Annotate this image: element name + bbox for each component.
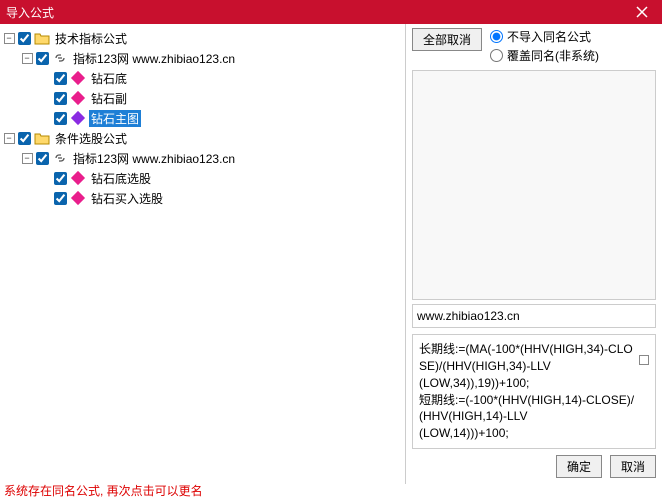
preview-code-panel: 长期线:=(MA(-100*(HHV(HIGH,34)-CLOSE)/(HHV(…	[412, 334, 656, 449]
tree-category[interactable]: − 条件选股公式	[2, 128, 403, 148]
link-icon	[52, 151, 68, 165]
tree-checkbox[interactable]	[54, 192, 67, 205]
tree-label: 指标123网 www.zhibiao123.cn	[71, 150, 237, 167]
tree-label: 条件选股公式	[53, 130, 129, 147]
tree-category[interactable]: − 技术指标公式	[2, 28, 403, 48]
tree-formula[interactable]: 钻石主图	[2, 108, 403, 128]
folder-icon	[34, 131, 50, 145]
ok-button[interactable]: 确定	[556, 455, 602, 478]
tree-checkbox[interactable]	[54, 172, 67, 185]
diamond-icon	[71, 171, 85, 185]
tree-checkbox[interactable]	[54, 112, 67, 125]
small-checkbox[interactable]	[639, 355, 649, 365]
radio-no-import[interactable]: 不导入同名公式	[490, 28, 599, 45]
tree-formula[interactable]: 钻石底	[2, 68, 403, 88]
tree-formula[interactable]: 钻石买入选股	[2, 188, 403, 208]
folder-icon	[34, 31, 50, 45]
tree-label: 钻石底选股	[89, 170, 153, 187]
tree-label-selected: 钻石主图	[89, 110, 141, 127]
dialog-body: − 技术指标公式 − 指标123网 www.zhibiao123.cn	[0, 24, 662, 484]
tree-label: 钻石副	[89, 90, 129, 107]
tree-formula[interactable]: 钻石副	[2, 88, 403, 108]
tree-site[interactable]: − 指标123网 www.zhibiao123.cn	[2, 148, 403, 168]
tree-checkbox[interactable]	[18, 32, 31, 45]
close-button[interactable]	[622, 0, 662, 24]
top-controls: 全部取消 不导入同名公式 覆盖同名(非系统)	[406, 24, 662, 66]
tree-formula[interactable]: 钻石底选股	[2, 168, 403, 188]
tree-site[interactable]: − 指标123网 www.zhibiao123.cn	[2, 48, 403, 68]
diamond-icon	[71, 91, 85, 105]
radio-input[interactable]	[490, 49, 503, 62]
preview-code: 长期线:=(MA(-100*(HHV(HIGH,34)-CLOSE)/(HHV(…	[419, 341, 635, 442]
status-message: 系统存在同名公式, 再次点击可以更名	[4, 482, 203, 499]
expand-toggle[interactable]: −	[4, 133, 15, 144]
link-icon	[52, 51, 68, 65]
tree-checkbox[interactable]	[36, 52, 49, 65]
deselect-all-button[interactable]: 全部取消	[412, 28, 482, 51]
expand-toggle[interactable]: −	[22, 153, 33, 164]
preview-image-panel	[412, 70, 656, 300]
tree-label: 指标123网 www.zhibiao123.cn	[71, 50, 237, 67]
radio-label: 覆盖同名(非系统)	[507, 47, 599, 64]
tree-checkbox[interactable]	[54, 72, 67, 85]
cancel-button[interactable]: 取消	[610, 455, 656, 478]
tree-checkbox[interactable]	[36, 152, 49, 165]
expand-toggle[interactable]: −	[4, 33, 15, 44]
radio-overwrite[interactable]: 覆盖同名(非系统)	[490, 47, 599, 64]
tree-label: 钻石买入选股	[89, 190, 165, 207]
radio-input[interactable]	[490, 30, 503, 43]
title-bar: 导入公式	[0, 0, 662, 24]
expand-toggle[interactable]: −	[22, 53, 33, 64]
diamond-icon	[71, 191, 85, 205]
right-panel: 全部取消 不导入同名公式 覆盖同名(非系统) www.zhibiao123.cn…	[406, 24, 662, 484]
tree-checkbox[interactable]	[18, 132, 31, 145]
window-title: 导入公式	[6, 4, 54, 21]
tree-checkbox[interactable]	[54, 92, 67, 105]
diamond-icon	[71, 111, 85, 125]
preview-url-panel: www.zhibiao123.cn	[412, 304, 656, 328]
radio-label: 不导入同名公式	[507, 28, 591, 45]
dialog-buttons: 确定 取消	[406, 455, 662, 484]
tree-label: 钻石底	[89, 70, 129, 87]
formula-tree-panel: − 技术指标公式 − 指标123网 www.zhibiao123.cn	[0, 24, 406, 484]
duplicate-mode-radios: 不导入同名公式 覆盖同名(非系统)	[490, 28, 599, 64]
diamond-icon	[71, 71, 85, 85]
preview-url: www.zhibiao123.cn	[417, 309, 520, 323]
tree-label: 技术指标公式	[53, 30, 129, 47]
formula-tree[interactable]: − 技术指标公式 − 指标123网 www.zhibiao123.cn	[2, 28, 403, 208]
